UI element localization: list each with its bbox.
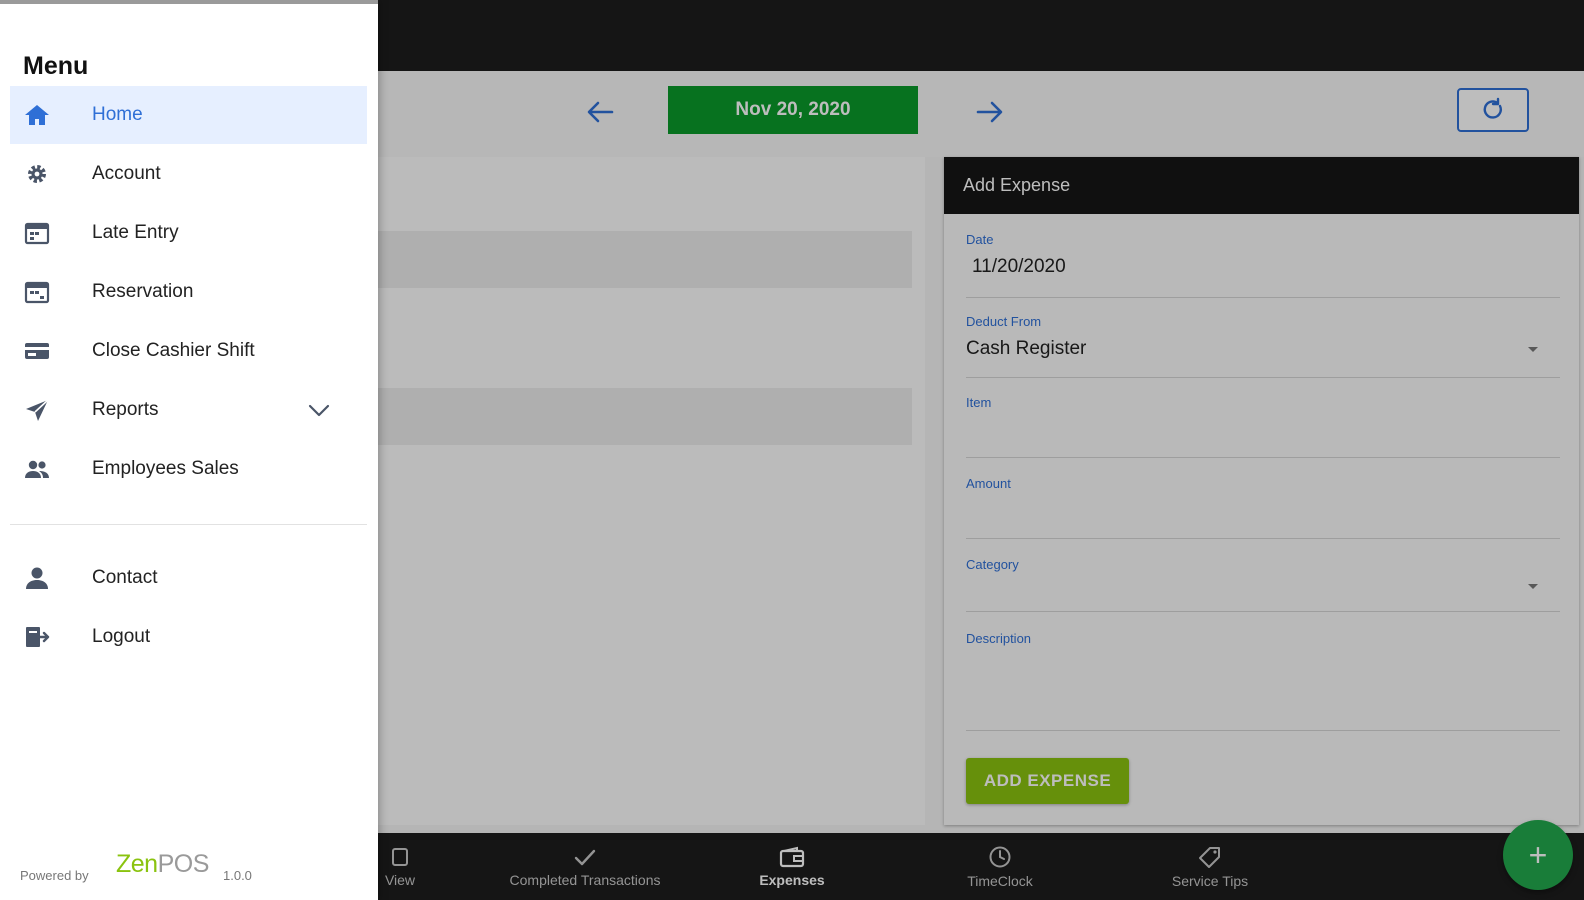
navigation-drawer: Menu Home Account Late Entry Reservation… — [0, 0, 378, 900]
menu-item-label: Home — [92, 104, 143, 125]
menu-item-label: Reports — [92, 399, 159, 420]
powered-by-text: Powered by — [20, 868, 89, 883]
logo-text-pos: POS — [157, 850, 210, 878]
menu-item-label: Reservation — [92, 281, 194, 302]
menu-item-label: Employees Sales — [92, 458, 239, 479]
menu-item-label: Account — [92, 163, 161, 184]
calendar-icon — [24, 281, 50, 304]
menu-item-label: Logout — [92, 626, 151, 647]
menu-item-reports[interactable]: Reports — [10, 381, 367, 439]
menu-item-account[interactable]: Account — [10, 145, 367, 203]
people-icon — [25, 460, 49, 478]
menu-item-close-cashier-shift[interactable]: Close Cashier Shift — [10, 322, 367, 380]
menu-item-label: Late Entry — [92, 222, 179, 243]
menu-item-late-entry[interactable]: Late Entry — [10, 204, 367, 262]
card-icon — [25, 343, 49, 359]
chevron-down-icon[interactable] — [307, 400, 331, 420]
menu-divider — [10, 524, 367, 525]
menu-title: Menu — [23, 52, 89, 80]
menu-item-reservation[interactable]: Reservation — [10, 263, 367, 321]
menu-item-home[interactable]: Home — [10, 86, 367, 144]
menu-item-logout[interactable]: Logout — [10, 608, 367, 666]
menu-item-label: Contact — [92, 567, 158, 588]
app-version: 1.0.0 — [223, 868, 252, 883]
send-icon — [26, 399, 49, 421]
gear-icon — [28, 165, 46, 183]
logout-icon — [26, 627, 50, 647]
logo-text-zen: Zen — [116, 850, 158, 878]
zenpos-logo: ZenPOS — [116, 850, 209, 879]
menu-item-label: Close Cashier Shift — [92, 340, 255, 361]
menu-item-employees-sales[interactable]: Employees Sales — [10, 440, 367, 498]
calendar-icon — [24, 222, 50, 245]
person-icon — [26, 567, 48, 589]
menu-item-contact[interactable]: Contact — [10, 549, 367, 607]
home-icon — [25, 105, 49, 125]
